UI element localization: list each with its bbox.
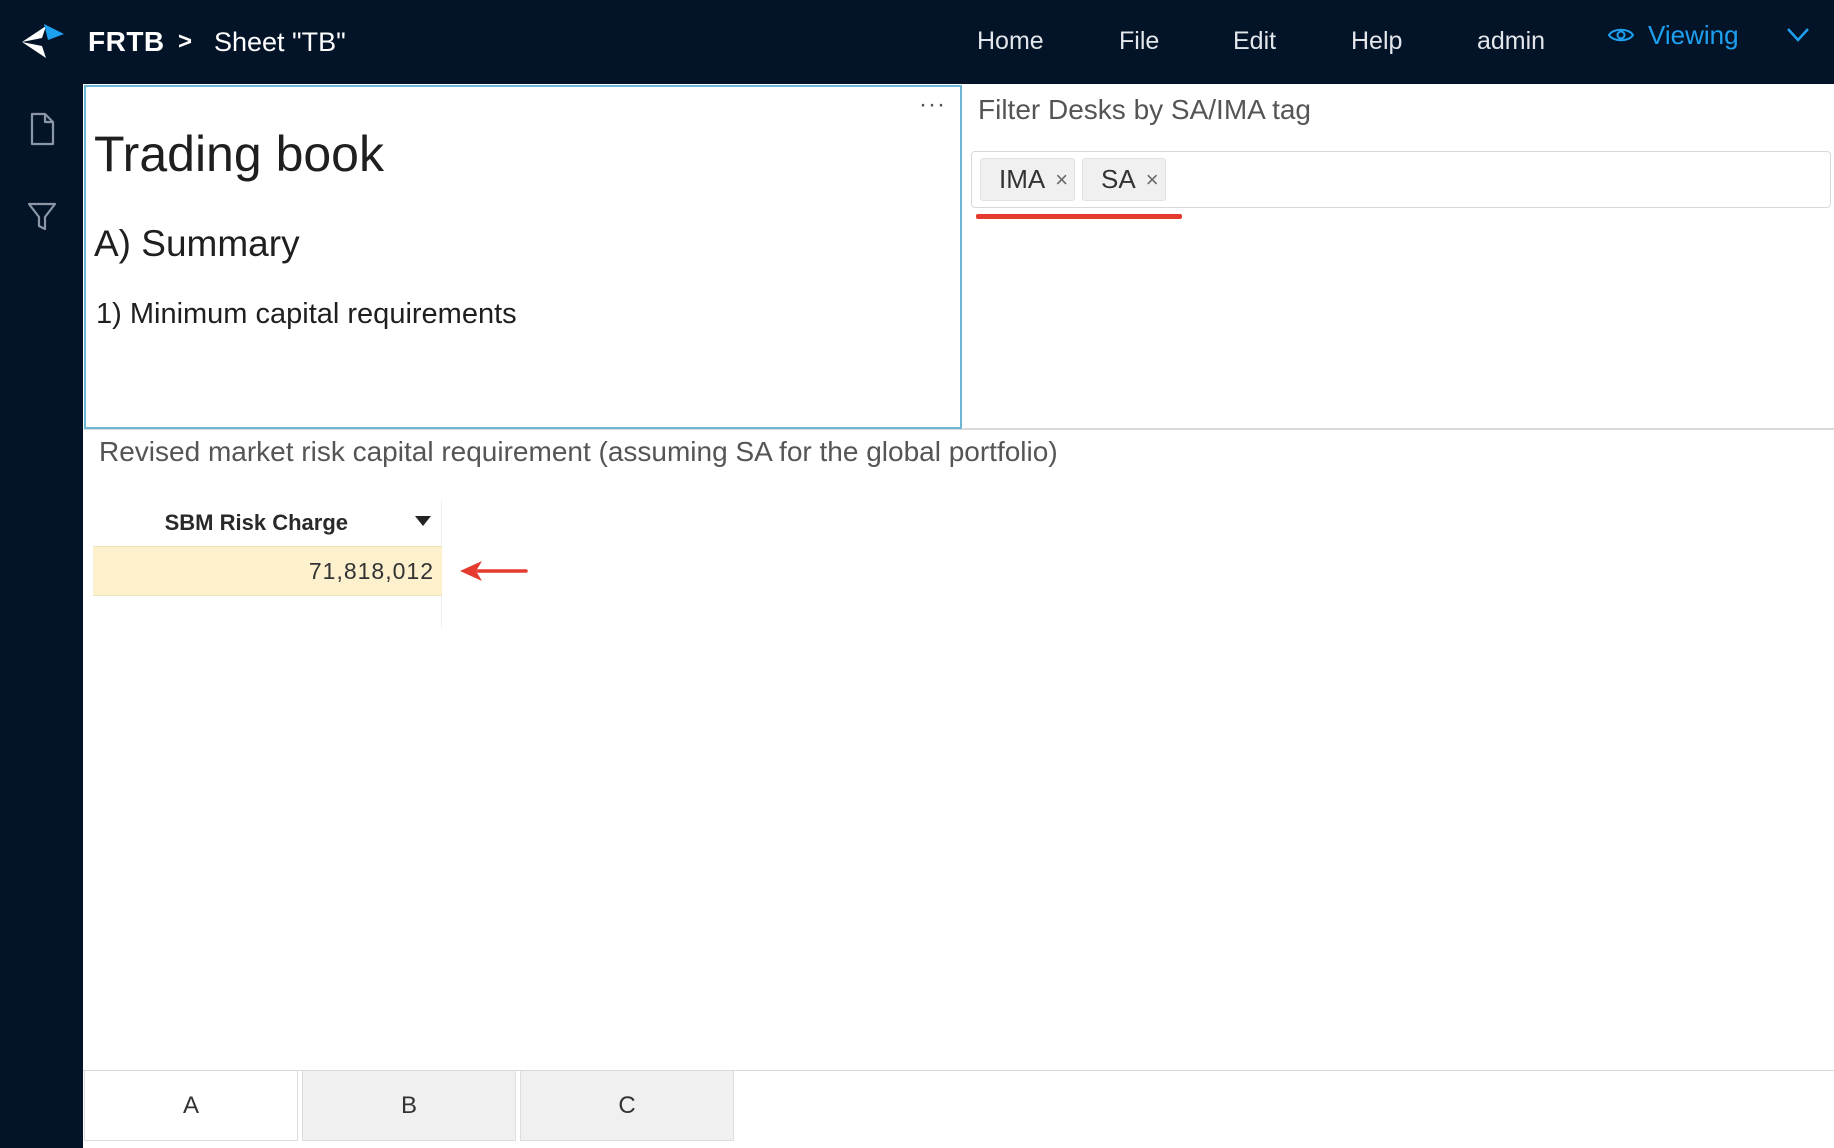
text-widget[interactable]: ··· Trading book A) Summary 1) Minimum c…	[84, 85, 962, 429]
tag-label: SA	[1101, 164, 1136, 194]
tag-label: IMA	[999, 164, 1046, 194]
app-logo-icon[interactable]	[20, 20, 66, 60]
tab-a[interactable]: A	[84, 1071, 298, 1141]
heading-trading-book: Trading book	[94, 126, 384, 182]
page-icon[interactable]	[26, 112, 58, 146]
pivot-title: Revised market risk capital requirement …	[99, 436, 1058, 467]
eye-icon	[1608, 28, 1634, 42]
heading-summary: A) Summary	[94, 223, 300, 264]
menu-help[interactable]: Help	[1351, 27, 1402, 56]
filter-icon[interactable]	[26, 199, 58, 233]
breadcrumb-separator: >	[178, 28, 193, 55]
viewing-mode-toggle[interactable]: Viewing	[1608, 18, 1739, 52]
menu-home[interactable]: Home	[977, 27, 1044, 56]
divider	[83, 429, 1834, 430]
heading-min-capital: 1) Minimum capital requirements	[96, 298, 517, 330]
sort-down-icon[interactable]	[415, 516, 431, 526]
tab-c[interactable]: C	[520, 1071, 734, 1141]
annotation-underline	[976, 214, 1182, 219]
dashboard-canvas: ··· Trading book A) Summary 1) Minimum c…	[83, 84, 1834, 1148]
viewing-label: Viewing	[1648, 19, 1739, 50]
filter-title: Filter Desks by SA/IMA tag	[978, 94, 1311, 125]
close-icon[interactable]: ×	[1055, 167, 1068, 193]
widget-menu-icon[interactable]: ···	[919, 91, 946, 119]
column-header-sbm-risk-charge[interactable]: SBM Risk Charge	[93, 500, 442, 546]
tag-select-input[interactable]: IMA × SA ×	[971, 151, 1831, 208]
menu-edit[interactable]: Edit	[1233, 27, 1276, 56]
tag-ima: IMA ×	[980, 158, 1076, 201]
value-cell[interactable]: 71,818,012	[93, 546, 442, 596]
menu-user-admin[interactable]: admin	[1477, 27, 1545, 56]
close-icon[interactable]: ×	[1146, 167, 1159, 193]
chevron-down-icon[interactable]	[1784, 20, 1812, 48]
menu-file[interactable]: File	[1119, 27, 1159, 56]
annotation-arrow-icon	[460, 561, 528, 581]
top-bar: FRTB > Sheet "TB" Home File Edit Help ad…	[0, 0, 1834, 84]
pivot-table: SBM Risk Charge 71,818,012	[93, 500, 442, 628]
filter-widget: Filter Desks by SA/IMA tag IMA × SA ×	[963, 84, 1834, 429]
tag-sa: SA ×	[1082, 158, 1166, 201]
tab-b[interactable]: B	[302, 1071, 516, 1141]
breadcrumb-sheet: Sheet "TB"	[214, 27, 346, 57]
left-sidebar	[0, 84, 83, 1148]
app-name[interactable]: FRTB	[88, 26, 165, 58]
